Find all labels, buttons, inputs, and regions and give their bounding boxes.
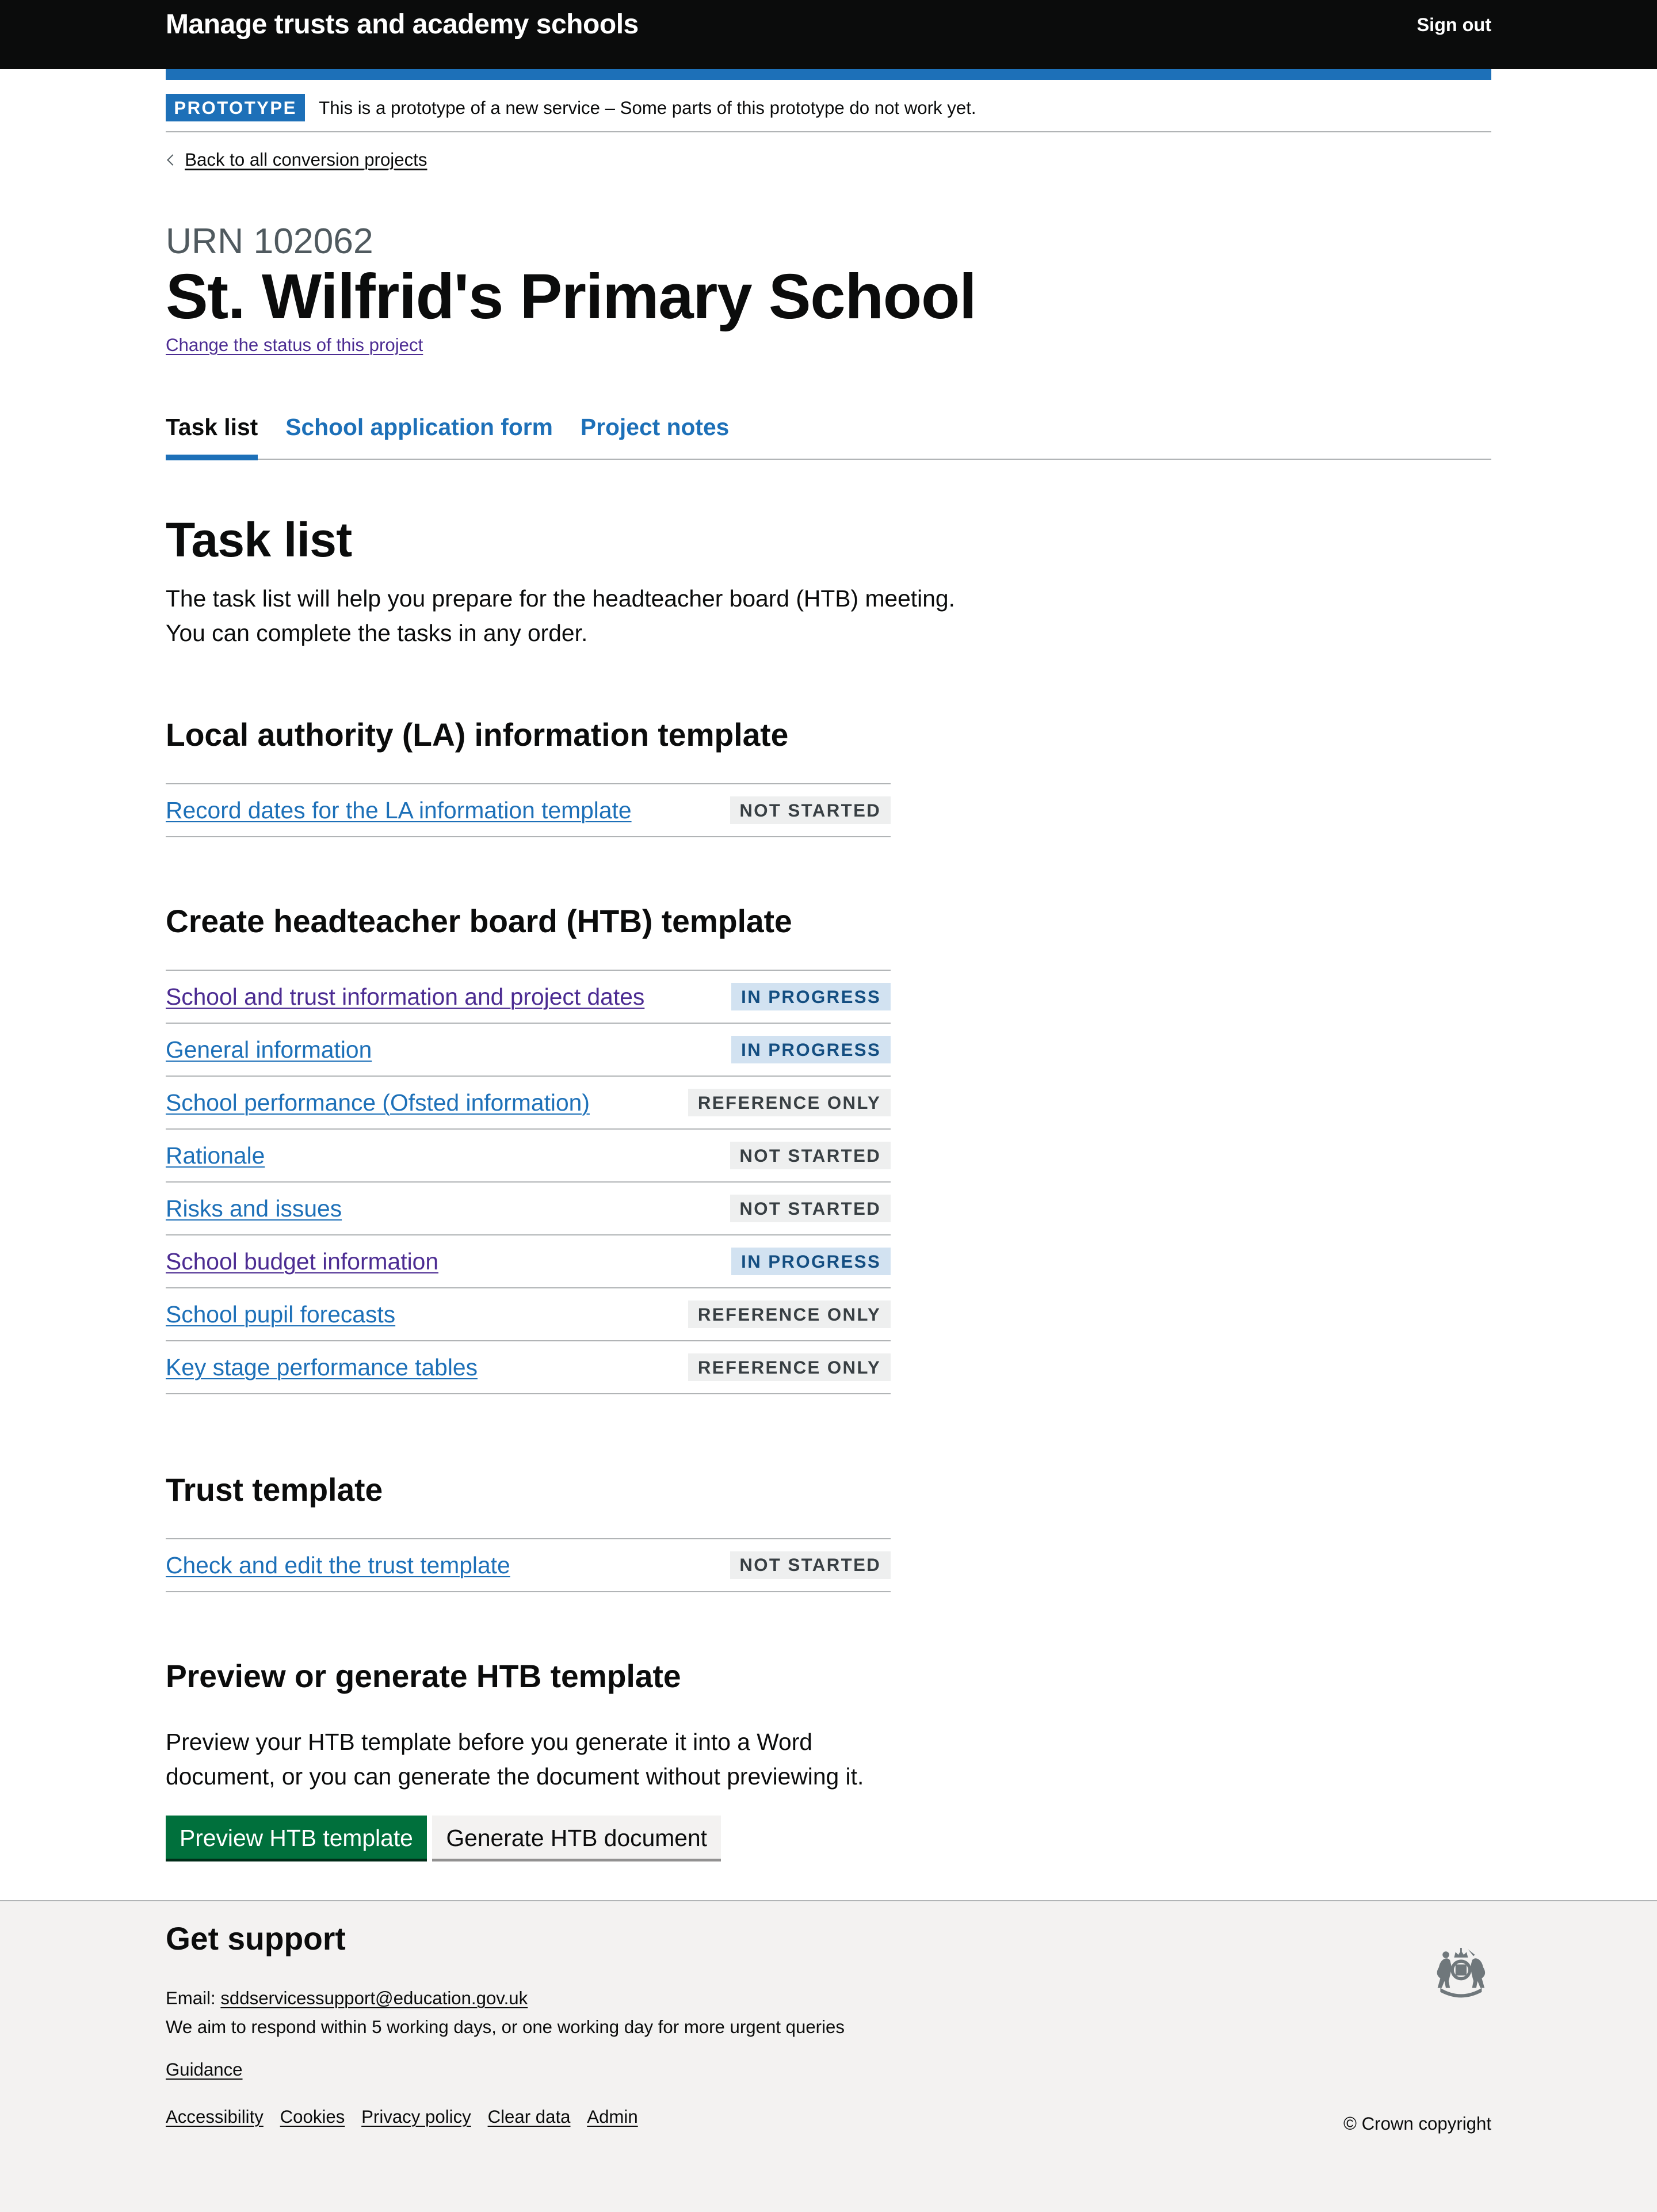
task-row: Rationale NOT STARTED xyxy=(166,1130,891,1183)
section-trust-template: Trust template Check and edit the trust … xyxy=(166,1469,1033,1592)
back-link-label: Back to all conversion projects xyxy=(185,149,427,170)
footer-links: Accessibility Cookies Privacy policy Cle… xyxy=(166,2106,638,2129)
section-heading-preview: Preview or generate HTB template xyxy=(166,1658,681,1695)
footer-link-privacy-policy[interactable]: Privacy policy xyxy=(361,2106,471,2129)
preview-description: Preview your HTB template before you gen… xyxy=(166,1729,864,1790)
section-heading-trust: Trust template xyxy=(166,1471,383,1508)
task-row: Key stage performance tables REFERENCE ON… xyxy=(166,1341,891,1395)
preview-htb-template-button[interactable]: Preview HTB template xyxy=(166,1816,427,1859)
phase-tag: PROTOTYPE xyxy=(166,94,306,122)
task-row: School pupil forecasts REFERENCE ONLY xyxy=(166,1288,891,1342)
chevron-left-icon xyxy=(166,154,178,166)
footer-guidance-link[interactable]: Guidance xyxy=(166,2058,243,2082)
task-link[interactable]: School and trust information and project… xyxy=(166,979,644,1014)
tab-task-list[interactable]: Task list xyxy=(166,409,258,460)
footer-link-admin[interactable]: Admin xyxy=(587,2106,637,2129)
footer-email-line: Email: sddservicessupport@education.gov.… xyxy=(166,1987,528,2011)
task-row: Check and edit the trust template NOT STA… xyxy=(166,1539,891,1592)
status-badge: REFERENCE ONLY xyxy=(688,1300,891,1329)
task-link[interactable]: Key stage performance tables xyxy=(166,1350,478,1385)
generate-htb-document-button[interactable]: Generate HTB document xyxy=(432,1816,721,1859)
task-link[interactable]: Record dates for the LA information temp… xyxy=(166,793,632,827)
status-badge: NOT STARTED xyxy=(730,1551,891,1579)
task-row: School performance (Ofsted information) R… xyxy=(166,1077,891,1130)
task-list-heading: Task list xyxy=(166,513,352,567)
crown-copyright-link[interactable]: © Crown copyright xyxy=(1343,2114,1491,2134)
section-heading-htb: Create headteacher board (HTB) template xyxy=(166,903,792,940)
section-htb-template: Create headteacher board (HTB) template … xyxy=(166,901,1033,1395)
intro-text: The task list will help you prepare for … xyxy=(166,581,1033,650)
task-link[interactable]: School pupil forecasts xyxy=(166,1297,395,1332)
main-content: Task list The task list will help you pr… xyxy=(166,512,1033,1859)
task-link[interactable]: Risks and issues xyxy=(166,1191,342,1226)
page-title: St. Wilfrid's Primary School xyxy=(166,261,977,332)
task-list-trust: Check and edit the trust template NOT STA… xyxy=(166,1538,891,1592)
task-row: Record dates for the LA information temp… xyxy=(166,784,891,837)
task-row: School budget information IN PROGRESS xyxy=(166,1235,891,1289)
status-badge: IN PROGRESS xyxy=(731,983,891,1011)
site-header: Manage trusts and academy schools Sign o… xyxy=(0,0,1657,69)
section-heading-la: Local authority (LA) information templat… xyxy=(166,716,789,753)
urn-caption: URN 102062 xyxy=(166,221,373,261)
footer-link-cookies[interactable]: Cookies xyxy=(280,2106,345,2129)
change-status-link[interactable]: Change the status of this project xyxy=(166,334,423,356)
intro-line-1: The task list will help you prepare for … xyxy=(166,585,955,612)
status-badge: NOT STARTED xyxy=(730,1195,891,1223)
status-badge: IN PROGRESS xyxy=(731,1036,891,1064)
task-row: School and trust information and project… xyxy=(166,971,891,1024)
crown-copyright: © Crown copyright xyxy=(1343,2112,1491,2136)
task-link[interactable]: General information xyxy=(166,1032,372,1067)
section-la-template: Local authority (LA) information templat… xyxy=(166,714,1033,837)
support-email-link[interactable]: sddservicessupport@education.gov.uk xyxy=(220,1988,528,2008)
task-link[interactable]: School performance (Ofsted information) xyxy=(166,1085,590,1120)
footer-link-clear-data[interactable]: Clear data xyxy=(488,2106,571,2129)
task-link[interactable]: School budget information xyxy=(166,1244,438,1279)
sub-navigation-tabs: Task list School application form Projec… xyxy=(166,409,1491,460)
status-badge: NOT STARTED xyxy=(730,1142,891,1170)
status-badge: REFERENCE ONLY xyxy=(688,1089,891,1117)
status-badge: REFERENCE ONLY xyxy=(688,1353,891,1382)
header-blue-bar xyxy=(166,69,1491,81)
task-link[interactable]: Check and edit the trust template xyxy=(166,1548,510,1582)
back-link[interactable]: Back to all conversion projects xyxy=(166,149,427,171)
tab-school-application-form[interactable]: School application form xyxy=(285,409,553,459)
tab-project-notes[interactable]: Project notes xyxy=(581,409,729,459)
task-row: General information IN PROGRESS xyxy=(166,1024,891,1077)
task-list-htb: School and trust information and project… xyxy=(166,970,891,1395)
status-badge: IN PROGRESS xyxy=(731,1248,891,1276)
footer-heading: Get support xyxy=(166,1920,346,1957)
intro-line-2: You can complete the tasks in any order. xyxy=(166,620,588,647)
task-row: Risks and issues NOT STARTED xyxy=(166,1183,891,1236)
task-list-la: Record dates for the LA information temp… xyxy=(166,783,891,837)
royal-coat-of-arms-icon xyxy=(1437,1948,1485,1998)
email-prefix: Email: xyxy=(166,1988,221,2008)
status-badge: NOT STARTED xyxy=(730,796,891,824)
sign-out-link[interactable]: Sign out xyxy=(1417,4,1491,45)
footer-link-accessibility[interactable]: Accessibility xyxy=(166,2106,264,2129)
phase-banner-text: This is a prototype of a new service – S… xyxy=(319,97,976,118)
footer-response-note: We aim to respond within 5 working days,… xyxy=(166,2017,845,2038)
service-name-link[interactable]: Manage trusts and academy schools xyxy=(166,4,639,45)
task-link[interactable]: Rationale xyxy=(166,1138,265,1173)
site-footer: Get support Email: sddservicessupport@ed… xyxy=(0,1900,1657,2212)
button-group: Preview HTB template Generate HTB docume… xyxy=(166,1816,1033,1859)
phase-banner: PROTOTYPE This is a prototype of a new s… xyxy=(166,84,1491,132)
section-preview-generate: Preview or generate HTB template Preview… xyxy=(166,1656,1033,1859)
